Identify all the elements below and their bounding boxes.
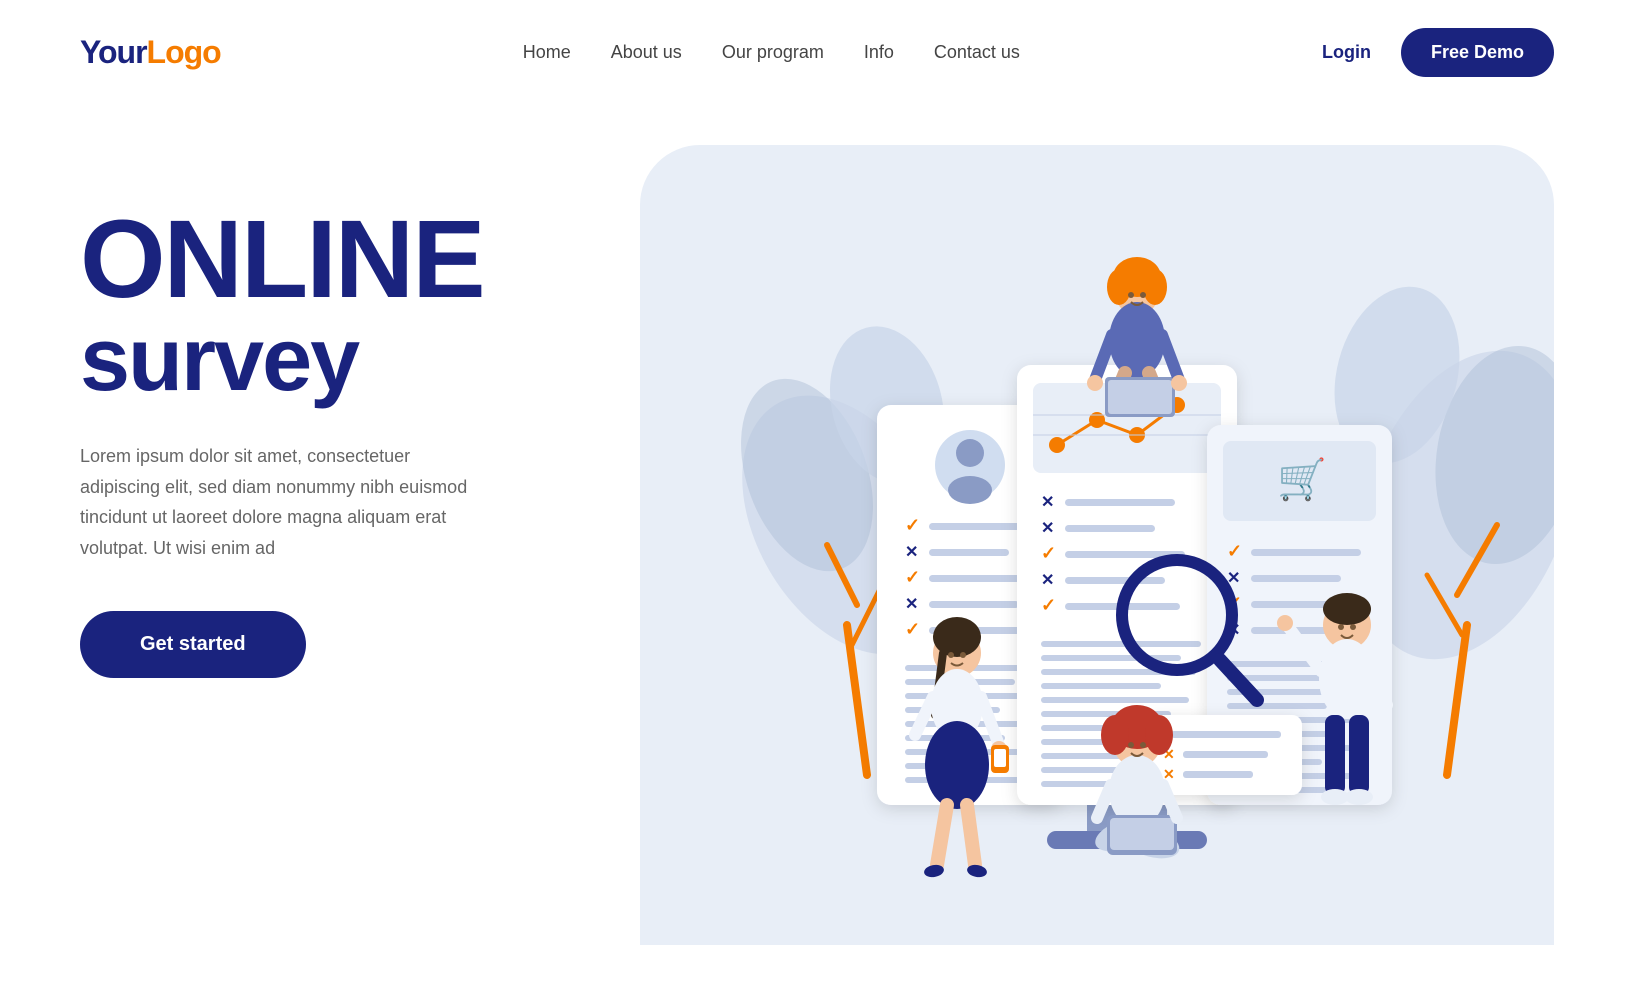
- illustration-svg: ✓ ✕ ✓ ✕ ✓: [640, 125, 1554, 945]
- svg-text:✕: ✕: [1041, 520, 1054, 537]
- header: YourLogo Home About us Our program Info …: [0, 0, 1634, 105]
- logo-logo: Logo: [147, 34, 221, 70]
- svg-text:✓: ✓: [905, 567, 920, 587]
- svg-text:✕: ✕: [1041, 572, 1054, 589]
- get-started-button[interactable]: Get started: [80, 611, 306, 678]
- svg-text:✓: ✓: [905, 619, 920, 639]
- nav-info[interactable]: Info: [864, 42, 894, 63]
- svg-text:✓: ✓: [1227, 541, 1242, 561]
- hero-title-online: ONLINE: [80, 205, 600, 315]
- logo-your: Your: [80, 34, 147, 70]
- svg-text:✓: ✓: [1041, 595, 1056, 615]
- hero-illustration: ✓ ✕ ✓ ✕ ✓: [640, 125, 1554, 945]
- svg-text:✕: ✕: [905, 596, 918, 613]
- logo: YourLogo: [80, 34, 221, 71]
- svg-text:🛒: 🛒: [1277, 456, 1327, 502]
- nav-contact[interactable]: Contact us: [934, 42, 1020, 63]
- hero-section: ONLINE survey Lorem ipsum dolor sit amet…: [0, 105, 1634, 985]
- main-nav: Home About us Our program Info Contact u…: [523, 42, 1020, 63]
- hero-left: ONLINE survey Lorem ipsum dolor sit amet…: [80, 125, 600, 678]
- nav-program[interactable]: Our program: [722, 42, 824, 63]
- header-actions: Login Free Demo: [1322, 28, 1554, 77]
- login-button[interactable]: Login: [1322, 42, 1371, 63]
- free-demo-button[interactable]: Free Demo: [1401, 28, 1554, 77]
- svg-text:✕: ✕: [1041, 494, 1054, 511]
- nav-about[interactable]: About us: [611, 42, 682, 63]
- hero-description: Lorem ipsum dolor sit amet, consectetuer…: [80, 441, 480, 563]
- svg-text:✓: ✓: [1041, 543, 1056, 563]
- nav-home[interactable]: Home: [523, 42, 571, 63]
- hero-title-survey: survey: [80, 315, 600, 405]
- svg-text:✕: ✕: [905, 544, 918, 561]
- svg-text:✓: ✓: [905, 515, 920, 535]
